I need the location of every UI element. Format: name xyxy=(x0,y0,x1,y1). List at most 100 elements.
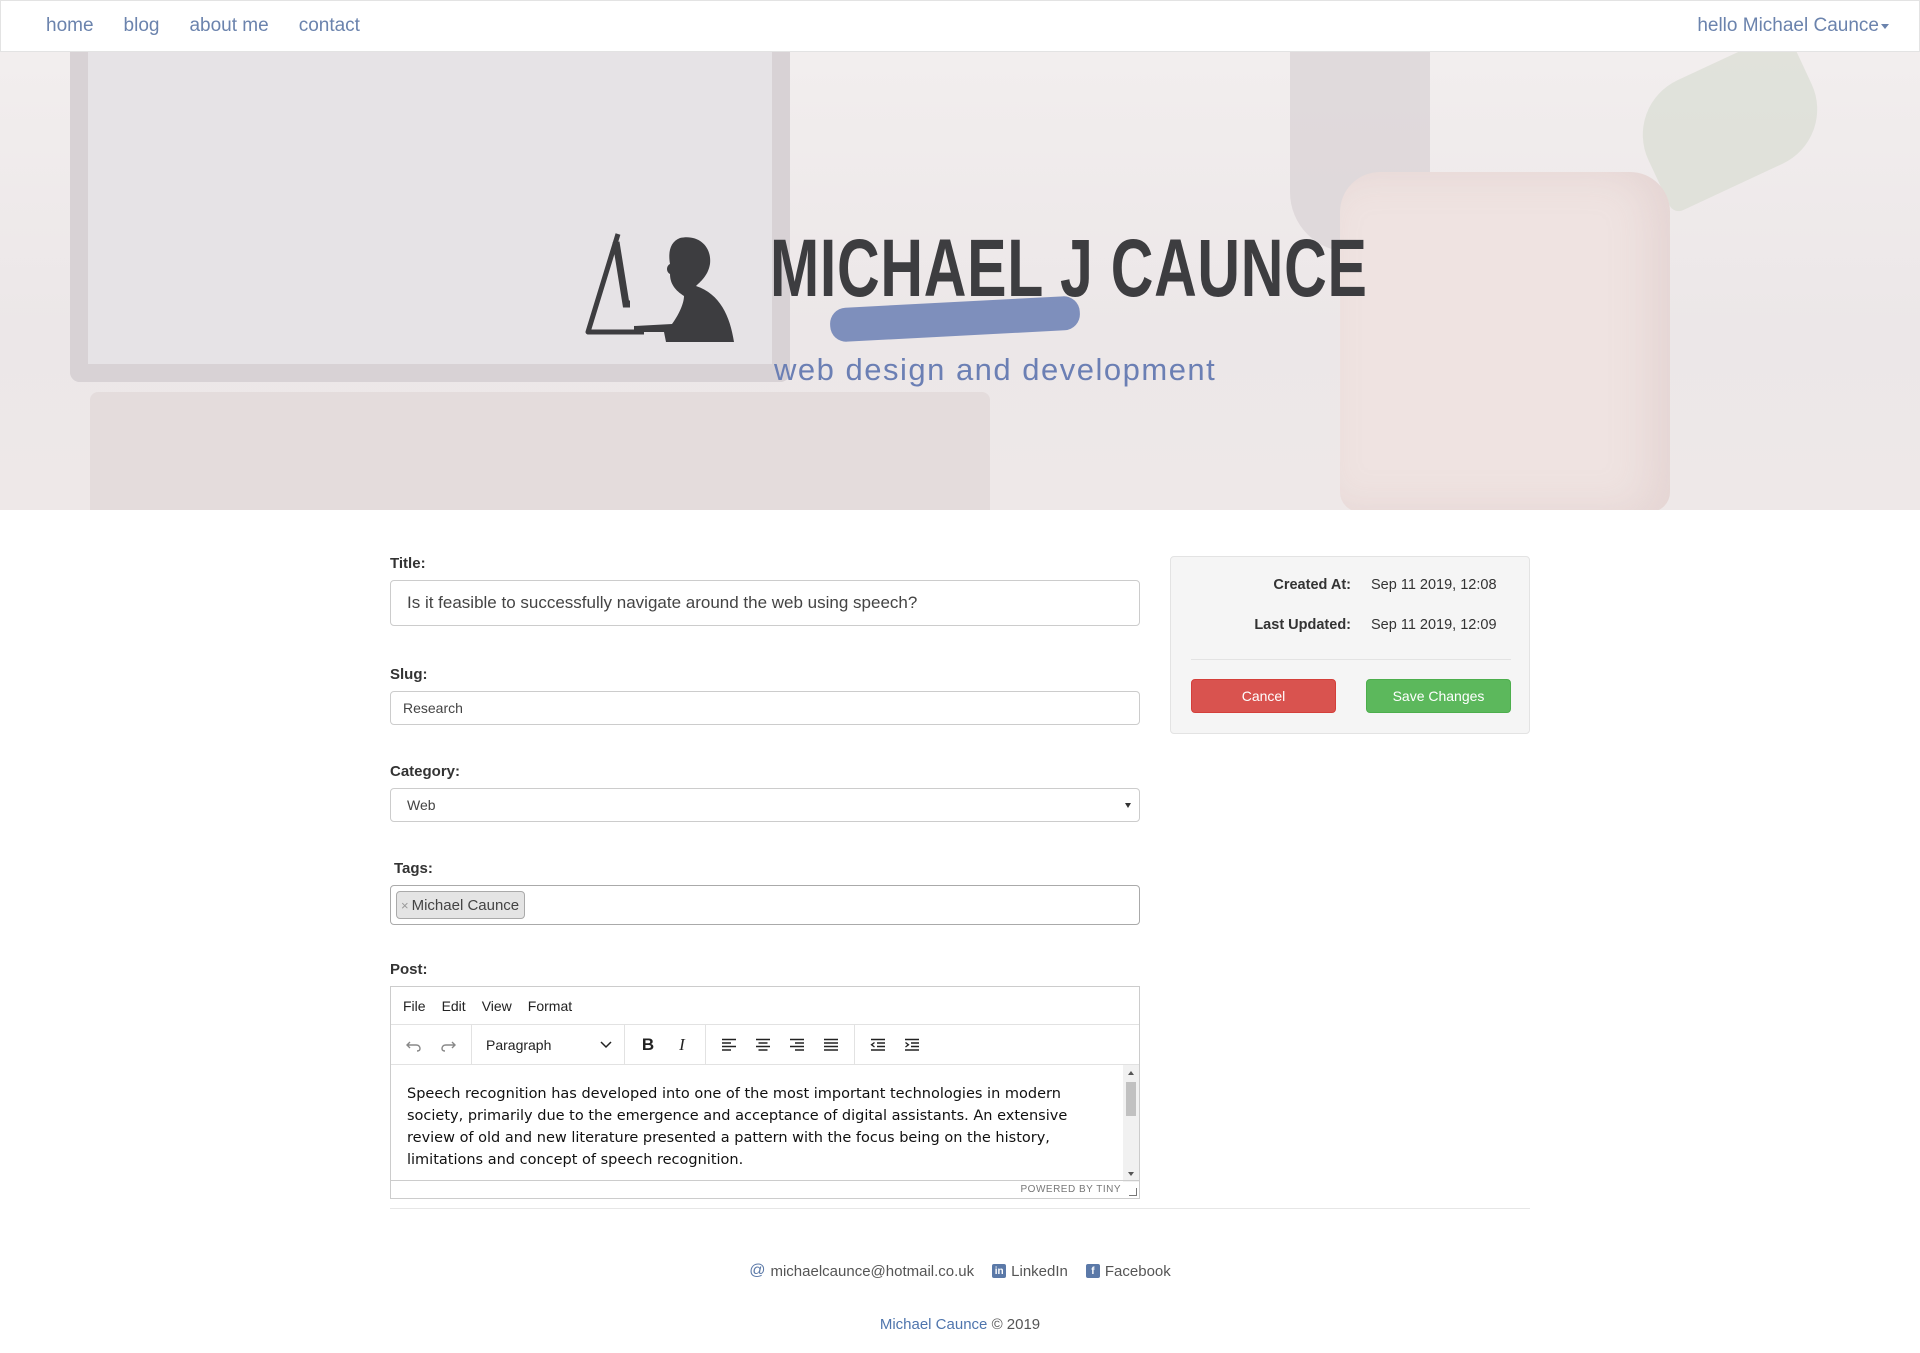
post-edit-form: Title: Is it feasible to successfully na… xyxy=(390,555,1140,1199)
editor-statusbar: POWERED BY TINY xyxy=(391,1180,1139,1198)
copyright-year: © 2019 xyxy=(991,1316,1041,1333)
post-field-group: Post: File Edit View Format Paragraph B … xyxy=(390,961,1140,1199)
tags-field-group: Tags: × Michael Caunce xyxy=(390,860,1140,925)
footer-linkedin-text: LinkedIn xyxy=(1011,1262,1068,1280)
editor-content-area[interactable]: Speech recognition has developed into on… xyxy=(391,1065,1121,1182)
tag-remove-icon[interactable]: × xyxy=(401,898,409,913)
editor-menubar: File Edit View Format xyxy=(391,987,1139,1025)
slug-label: Slug: xyxy=(390,666,428,683)
category-select[interactable]: Web xyxy=(390,788,1140,822)
user-menu-toggle[interactable]: hello Michael Caunce xyxy=(1697,1,1889,51)
align-left-icon xyxy=(722,1038,736,1051)
block-format-value: Paragraph xyxy=(486,1036,552,1053)
footer-facebook-link[interactable]: f Facebook xyxy=(1085,1262,1171,1280)
rich-text-editor: File Edit View Format Paragraph B I Spee… xyxy=(390,986,1140,1199)
copyright-name-link[interactable]: Michael Caunce xyxy=(880,1316,988,1333)
panel-divider xyxy=(1191,659,1511,660)
block-format-group: Paragraph xyxy=(472,1024,625,1065)
top-navbar: home blog about me contact hello Michael… xyxy=(0,0,1920,52)
bold-button[interactable]: B xyxy=(631,1030,665,1060)
caret-down-icon xyxy=(1881,23,1889,29)
scroll-up-icon xyxy=(1128,1071,1134,1075)
footer-email-text: michaelcaunce@hotmail.co.uk xyxy=(770,1262,975,1280)
resize-handle-icon[interactable] xyxy=(1129,1188,1137,1196)
post-meta-panel: Created At: Sep 11 2019, 12:08 Last Upda… xyxy=(1170,556,1530,734)
redo-icon xyxy=(441,1041,456,1052)
footer-email-link[interactable]: @ michaelcaunce@hotmail.co.uk xyxy=(749,1262,974,1280)
tags-input[interactable]: × Michael Caunce xyxy=(390,885,1140,925)
outdent-icon xyxy=(870,1038,885,1051)
site-logo: MICHAEL J CAUNCE web design and developm… xyxy=(580,222,1367,387)
tag-chip: × Michael Caunce xyxy=(396,891,526,919)
bold-icon: B xyxy=(641,1034,655,1054)
undo-icon xyxy=(406,1041,421,1052)
text-style-group: B I xyxy=(625,1024,706,1065)
tag-chip-label: Michael Caunce xyxy=(411,896,520,914)
copyright: Michael Caunce © 2019 xyxy=(0,1316,1920,1333)
title-input-value: Is it feasible to successfully navigate … xyxy=(407,593,918,612)
hero-keyboard-image xyxy=(90,392,990,510)
align-justify-icon xyxy=(824,1038,838,1051)
editor-menu-view[interactable]: View xyxy=(474,998,520,1014)
slug-input[interactable]: Research xyxy=(390,691,1140,725)
editor-menu-format[interactable]: Format xyxy=(520,998,580,1014)
editor-toolbar: Paragraph B I xyxy=(391,1024,1139,1065)
nav-home-link[interactable]: home xyxy=(31,15,109,37)
title-label: Title: xyxy=(390,555,426,572)
hero-mug-image xyxy=(1340,172,1670,510)
footer-facebook-text: Facebook xyxy=(1104,1262,1171,1280)
nav-about-link[interactable]: about me xyxy=(174,15,283,37)
email-at-icon: @ xyxy=(749,1262,766,1279)
logo-tagline: web design and development xyxy=(774,352,1217,387)
slug-input-value: Research xyxy=(403,700,463,716)
align-right-icon xyxy=(790,1038,804,1051)
block-format-select[interactable]: Paragraph xyxy=(478,1030,618,1060)
indent-group xyxy=(855,1025,935,1065)
footer-divider xyxy=(390,1208,1530,1209)
align-center-icon xyxy=(756,1038,770,1051)
italic-icon: I xyxy=(679,1034,685,1054)
footer-contact-links: @ michaelcaunce@hotmail.co.uk in LinkedI… xyxy=(0,1262,1920,1280)
align-justify-button[interactable] xyxy=(814,1030,848,1060)
nav-links: home blog about me contact xyxy=(31,15,375,37)
align-left-button[interactable] xyxy=(712,1030,746,1060)
logo-person-at-computer-icon xyxy=(585,233,734,342)
hero-banner: MICHAEL J CAUNCE web design and developm… xyxy=(0,52,1920,510)
facebook-icon: f xyxy=(1085,1264,1100,1278)
undo-button[interactable] xyxy=(397,1030,431,1060)
last-updated-row: Last Updated: Sep 11 2019, 12:09 xyxy=(1171,617,1531,633)
scroll-down-icon xyxy=(1128,1172,1134,1176)
indent-button[interactable] xyxy=(895,1030,929,1060)
post-label: Post: xyxy=(390,961,428,978)
outdent-button[interactable] xyxy=(861,1030,895,1060)
last-updated-value: Sep 11 2019, 12:09 xyxy=(1371,617,1497,633)
editor-branding[interactable]: POWERED BY TINY xyxy=(1021,1184,1121,1195)
footer-linkedin-link[interactable]: in LinkedIn xyxy=(992,1262,1068,1280)
align-center-button[interactable] xyxy=(746,1030,780,1060)
editor-menu-edit[interactable]: Edit xyxy=(434,998,474,1014)
title-field-group: Title: Is it feasible to successfully na… xyxy=(390,555,1140,626)
title-input[interactable]: Is it feasible to successfully navigate … xyxy=(390,580,1140,626)
italic-button[interactable]: I xyxy=(665,1030,699,1060)
logo-name: MICHAEL J CAUNCE xyxy=(770,223,1368,314)
scroll-thumb[interactable] xyxy=(1126,1082,1136,1116)
category-field-group: Category: Web xyxy=(390,763,1140,822)
nav-blog-link[interactable]: blog xyxy=(109,15,175,37)
align-right-button[interactable] xyxy=(780,1030,814,1060)
tags-label: Tags: xyxy=(394,860,433,877)
nav-contact-link[interactable]: contact xyxy=(284,15,375,37)
cancel-button[interactable]: Cancel xyxy=(1191,679,1336,713)
created-at-row: Created At: Sep 11 2019, 12:08 xyxy=(1171,577,1531,593)
category-label: Category: xyxy=(390,763,461,780)
alignment-group xyxy=(706,1024,855,1065)
slug-field-group: Slug: Research xyxy=(390,666,1140,725)
linkedin-icon: in xyxy=(992,1264,1007,1278)
created-at-label: Created At: xyxy=(1273,577,1351,593)
category-selected-value: Web xyxy=(407,797,436,813)
redo-button[interactable] xyxy=(431,1030,465,1060)
last-updated-label: Last Updated: xyxy=(1254,617,1351,633)
indent-icon xyxy=(905,1038,919,1051)
editor-menu-file[interactable]: File xyxy=(395,998,434,1014)
save-changes-button[interactable]: Save Changes xyxy=(1366,679,1511,713)
editor-scrollbar[interactable] xyxy=(1123,1065,1139,1182)
